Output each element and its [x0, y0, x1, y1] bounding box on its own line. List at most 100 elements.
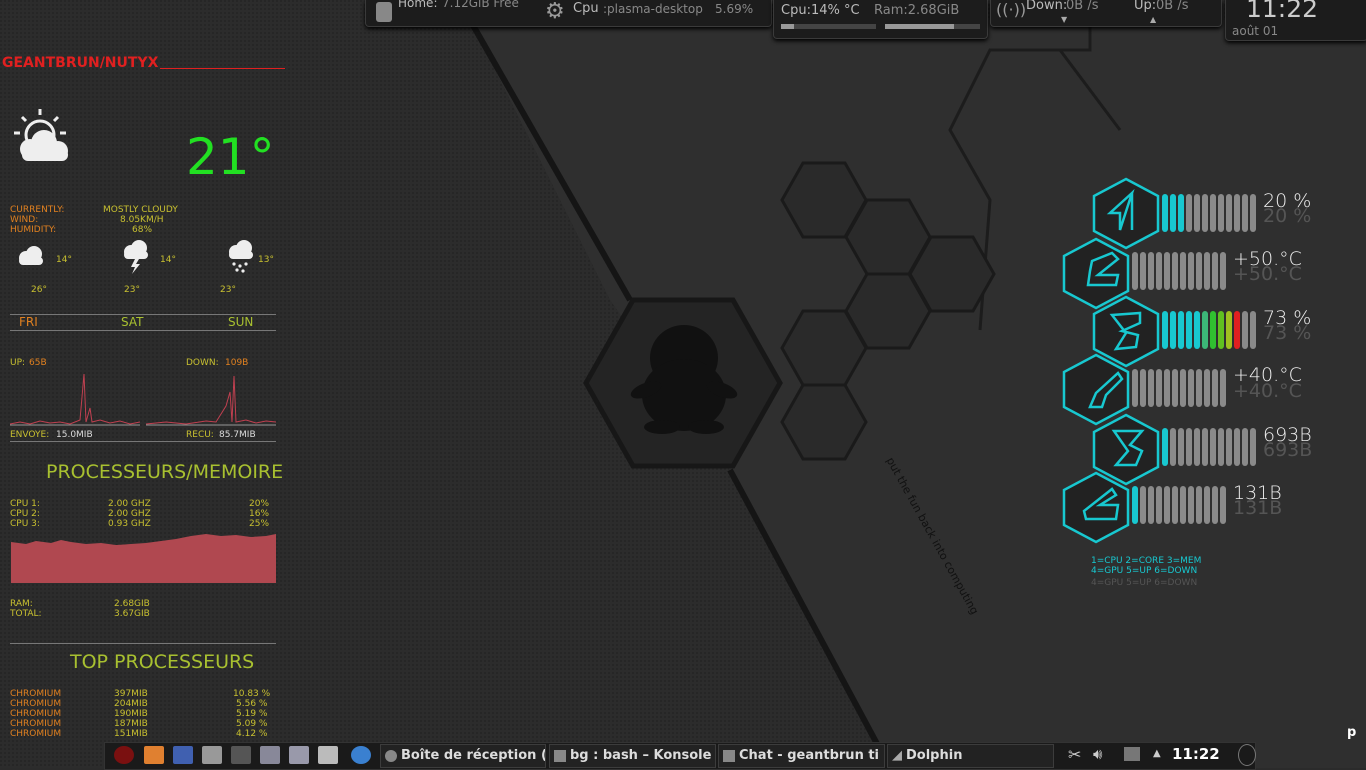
gauge-value: 693B: [1263, 424, 1312, 446]
volume-icon[interactable]: 🔊︎: [1093, 745, 1102, 763]
cpu-process: :plasma-desktop: [603, 2, 703, 16]
proc-mem: 397MIB: [114, 689, 148, 699]
ram-history-graph: [11, 534, 276, 583]
down-value: 109B: [225, 358, 249, 368]
proc-mem: 187MIB: [114, 719, 148, 729]
top-date: août 01: [1232, 24, 1279, 38]
home-value: 7.12GiB Free: [442, 0, 519, 10]
task-label: bg : bash – Konsole: [570, 748, 712, 763]
chromium-icon: [385, 749, 397, 762]
tray-expand-icon[interactable]: ▲: [1153, 748, 1161, 759]
chat-icon: [723, 749, 735, 762]
proc-pct: 4.12 %: [236, 729, 268, 739]
screenshot-icon[interactable]: [260, 746, 280, 764]
cpu-percent: 5.69%: [715, 2, 754, 16]
hostname: GEANTBRUN/NUTYX: [2, 55, 159, 71]
terminal-icon[interactable]: [231, 746, 251, 764]
top-processes-title: TOP PROCESSEURS: [70, 651, 255, 673]
task-konsole[interactable]: bg : bash – Konsole: [549, 744, 716, 768]
sent-value: 15.0MIB: [56, 430, 93, 440]
forecast-high: 23°: [124, 285, 140, 295]
up-value: 0B /s: [1156, 0, 1189, 13]
sun-cloud-icon: [10, 105, 72, 167]
cpu-name: CPU 1:: [10, 499, 40, 509]
wifi-icon: ((·)): [996, 0, 1027, 19]
proc-mem: 151MIB: [114, 729, 148, 739]
proc-pct: 5.19 %: [236, 709, 268, 719]
taskbar-clock[interactable]: 11:22: [1172, 745, 1220, 763]
chromium-icon[interactable]: [351, 746, 371, 764]
down-label: DOWN:: [186, 358, 219, 368]
current-temperature: 21°: [186, 128, 275, 186]
proc-name: CHROMIUM: [10, 699, 62, 709]
divider: [10, 330, 276, 331]
plasma-cashew-icon[interactable]: [1238, 744, 1256, 766]
gauge-bars-up: [1162, 428, 1256, 466]
app-menu-icon[interactable]: [114, 746, 134, 764]
scissors-icon[interactable]: ✂: [1068, 745, 1081, 764]
task-label: Dolphin: [906, 748, 963, 763]
humidity-label: HUMIDITY:: [10, 225, 57, 235]
forecast-low: 14°: [56, 255, 72, 265]
gauge-legend-shadow: 4=GPU 5=UP 6=DOWN: [1091, 578, 1198, 588]
down-arrow-icon: ▼: [1061, 15, 1068, 24]
cpu-pct: 20%: [249, 499, 270, 509]
wind-value: 8.05KM/H: [120, 215, 164, 225]
gauge-legend: 1=CPU 2=CORE 3=MEM: [1091, 556, 1202, 566]
currently-value: MOSTLY CLOUDY: [103, 205, 178, 215]
task-mail[interactable]: Boîte de réception (: [380, 744, 546, 768]
image-editor-icon[interactable]: [289, 746, 309, 764]
task-chat[interactable]: Chat - geantbrun ti: [718, 744, 885, 768]
gauge-legend: 4=GPU 5=UP 6=DOWN: [1091, 566, 1198, 576]
cpu-freq: 0.93 GHZ: [108, 519, 151, 529]
task-label: Chat - geantbrun ti: [739, 748, 880, 763]
top-clock[interactable]: 11:22: [1246, 0, 1318, 23]
tools-icon[interactable]: [202, 746, 222, 764]
download-graph: [146, 375, 276, 426]
home-label: Home:: [398, 0, 438, 10]
divider: [10, 643, 276, 644]
cpu-label: Cpu: [573, 1, 599, 16]
forecast-low: 14°: [160, 255, 176, 265]
forecast-low: 13°: [258, 255, 274, 265]
proc-name: CHROMIUM: [10, 729, 62, 739]
up-arrow-icon: ▲: [1150, 15, 1157, 24]
ram-usage: Ram:2.68GiB: [874, 3, 960, 18]
up-label: Up:: [1134, 0, 1157, 13]
proc-pct: 5.09 %: [236, 719, 268, 729]
forecast-high: 26°: [31, 285, 47, 295]
gauge-value: +40.°C: [1233, 364, 1302, 386]
task-dolphin[interactable]: ◢ Dolphin: [887, 744, 1054, 768]
calculator-icon[interactable]: [173, 746, 193, 764]
cpu-freq: 2.00 GHZ: [108, 499, 151, 509]
wind-label: WIND:: [10, 215, 39, 225]
task-label: Boîte de réception (: [401, 748, 546, 763]
gauge-value: 73 %: [1263, 307, 1312, 329]
gauge-bars-down: [1132, 486, 1226, 524]
gear-icon: ⚙: [545, 0, 565, 24]
currently-label: CURRENTLY:: [10, 205, 65, 215]
divider: [10, 441, 276, 442]
archive-icon[interactable]: [318, 746, 338, 764]
ram-value: 2.68GIB: [114, 599, 150, 609]
total-label: TOTAL:: [10, 609, 42, 619]
upload-graph: [10, 373, 140, 426]
proc-name: CHROMIUM: [10, 689, 62, 699]
storm-icon: [121, 240, 151, 278]
hostname-rule: [160, 68, 285, 69]
up-label: UP:: [10, 358, 26, 368]
total-value: 3.67GIB: [114, 609, 150, 619]
network-icon[interactable]: [1124, 747, 1140, 761]
dolphin-icon: ◢: [892, 748, 902, 763]
cpu-pct: 25%: [249, 519, 270, 529]
processors-title: PROCESSEURS/MEMOIRE: [46, 461, 284, 483]
firefox-icon[interactable]: [144, 746, 164, 764]
cpu-name: CPU 2:: [10, 509, 40, 519]
proc-name: CHROMIUM: [10, 719, 62, 729]
forecast-day: SUN: [228, 315, 254, 329]
cpu-bar: [781, 24, 876, 29]
cpu-usage: Cpu:14% °C: [781, 3, 860, 18]
disk-icon: [376, 2, 392, 22]
down-value: 0B /s: [1066, 0, 1099, 13]
gauge-bars-cpu: [1162, 194, 1256, 232]
